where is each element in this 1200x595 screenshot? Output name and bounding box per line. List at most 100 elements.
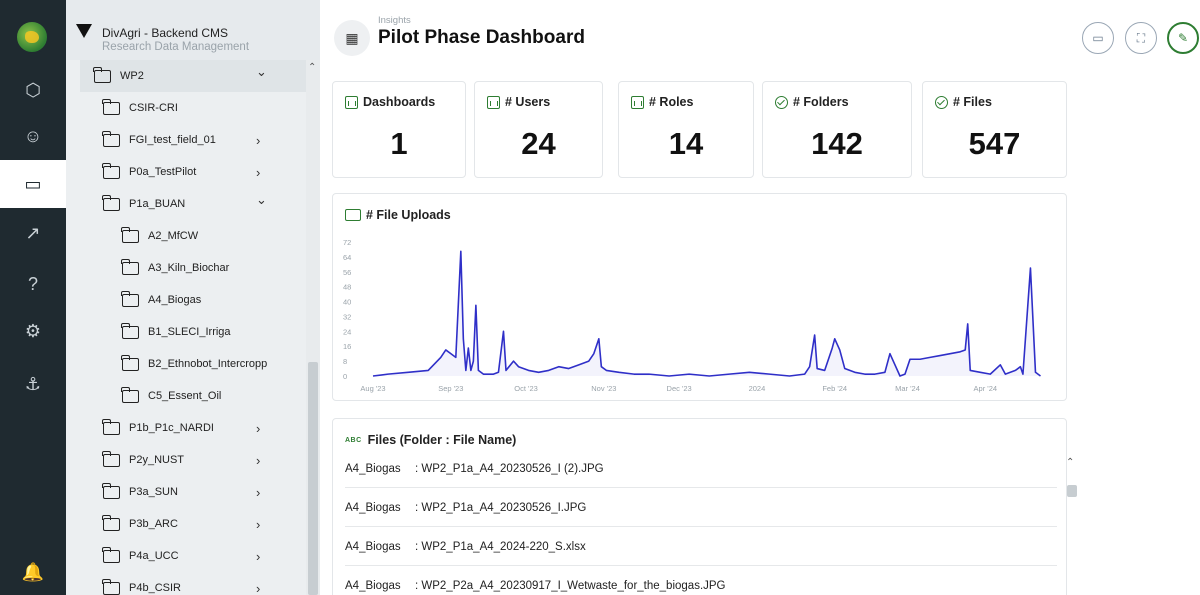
chevron-down-icon[interactable]: ⌄ xyxy=(256,64,267,80)
tree-item-label: C5_Essent_Oil xyxy=(148,390,222,402)
chevron-down-icon[interactable]: ⌄ xyxy=(256,192,267,208)
tree-item[interactable]: P3a_SUN › xyxy=(66,476,306,508)
check-circle-icon xyxy=(775,95,788,109)
tree-item-label: P1a_BUAN xyxy=(129,198,186,210)
tree-item-label: A4_Biogas xyxy=(148,294,202,306)
tree-item[interactable]: P2y_NUST › xyxy=(66,444,306,476)
sidebar-scroll-thumb[interactable] xyxy=(308,362,318,595)
app-subtitle: Research Data Management xyxy=(102,41,250,53)
tree-item-label: P1b_P1c_NARDI xyxy=(129,422,214,434)
kpi-label: Dashboards xyxy=(363,95,436,109)
y-tick-label: 72 xyxy=(343,238,351,247)
rail-item[interactable]: 🔔 xyxy=(0,548,66,595)
folder-icon xyxy=(102,130,120,147)
chevron-right-icon[interactable]: › xyxy=(256,485,260,500)
tree-item[interactable]: P1a_BUAN ⌄ xyxy=(66,188,306,220)
tree-item[interactable]: B2_Ethnobot_Intercropp xyxy=(66,348,306,380)
file-uploads-card: # File Uploads 0 8 16 24 32 40 48 56 64 72 Aug '23… xyxy=(332,193,1067,401)
folder-icon xyxy=(121,354,139,371)
tree-item-label: WP2 xyxy=(120,70,144,82)
file-row[interactable]: A4_Biogas: WP2_P2a_A4_20230917_I_Wetwast… xyxy=(345,567,1057,595)
edit-button[interactable]: ✎ xyxy=(1167,22,1199,54)
x-tick-label: Apr '24 xyxy=(974,384,998,393)
tree-item[interactable]: A3_Kiln_Biochar xyxy=(66,252,306,284)
bell-icon: 🔔 xyxy=(21,561,45,582)
x-tick-label: Oct '23 xyxy=(514,384,538,393)
tree-item[interactable]: CSIR-CRI xyxy=(66,92,306,124)
tree-item-label: B1_SLECI_Irriga xyxy=(148,326,231,338)
tree-item[interactable]: C5_Essent_Oil xyxy=(66,380,306,412)
chevron-right-icon[interactable]: › xyxy=(256,165,260,180)
tree-item-label: A3_Kiln_Biochar xyxy=(148,262,230,274)
folder-icon xyxy=(102,194,120,211)
tree-item-label: P4a_UCC xyxy=(129,550,179,562)
tree-item[interactable]: B1_SLECI_Irriga xyxy=(66,316,306,348)
chevron-right-icon[interactable]: › xyxy=(256,581,260,595)
file-name: : WP2_P1a_A4_2024-220_S.xlsx xyxy=(415,540,586,553)
file-row[interactable]: A4_Biogas: WP2_P1a_A4_20230526_I.JPG xyxy=(345,489,1057,527)
files-scrollbar[interactable]: ⌃ xyxy=(1064,455,1078,595)
tree-item-label: P3b_ARC xyxy=(129,518,178,530)
chevron-right-icon[interactable]: › xyxy=(256,421,260,436)
bar-chart-icon xyxy=(345,95,358,109)
rail-item[interactable]: ☺ xyxy=(0,112,66,160)
folder-icon xyxy=(102,98,120,115)
chevron-right-icon[interactable]: › xyxy=(256,549,260,564)
chevron-right-icon[interactable]: › xyxy=(256,517,260,532)
breadcrumb[interactable]: Insights xyxy=(378,15,411,26)
file-folder: A4_Biogas xyxy=(345,540,401,553)
file-row[interactable]: A4_Biogas : WP2_P1a_A4_2024-220_S.xlsx xyxy=(345,528,1057,566)
x-tick-label: Dec '23 xyxy=(667,384,692,393)
rail-item[interactable]: ? xyxy=(0,260,66,308)
rail-item[interactable]: ⚙ xyxy=(0,307,66,355)
app-logo-icon xyxy=(76,24,92,38)
gear-icon: ⚙ xyxy=(24,320,42,341)
files-scroll-thumb[interactable] xyxy=(1067,485,1077,497)
tree-item-label: CSIR-CRI xyxy=(129,102,178,114)
rail-item[interactable]: ⚓ xyxy=(0,360,66,408)
kpi-label: # Files xyxy=(953,95,992,109)
file-uploads-chart[interactable]: 0 8 16 24 32 40 48 56 64 72 Aug '23 Sep '23 Oct '23 N… xyxy=(333,194,1068,402)
files-title: Files (Folder : File Name) xyxy=(367,433,517,447)
sidebar-scrollbar[interactable]: ⌃ xyxy=(306,60,320,595)
minimize-button[interactable]: ▭ xyxy=(1082,22,1114,54)
y-tick-label: 64 xyxy=(343,253,351,262)
main-content: ▦ Insights Pilot Phase Dashboard ▭ ⛶ ✎ D… xyxy=(320,0,1200,595)
fullscreen-button[interactable]: ⛶ xyxy=(1125,22,1157,54)
file-row[interactable]: A4_Biogas : WP2_P1a_A4_20230526_I (2).JPG xyxy=(345,450,1057,488)
kpi-value: 547 xyxy=(968,126,1021,161)
scroll-up-icon[interactable]: ⌃ xyxy=(308,62,316,73)
rail-item[interactable]: ▭ xyxy=(0,160,66,208)
tree-item[interactable]: WP2 ⌄ xyxy=(80,60,306,92)
folder-icon xyxy=(121,290,139,307)
users-icon: ☺ xyxy=(23,125,43,146)
chevron-right-icon[interactable]: › xyxy=(256,453,260,468)
folder-icon: ▭ xyxy=(24,173,42,194)
folder-icon xyxy=(121,386,139,403)
tree-item-label: P0a_TestPilot xyxy=(129,166,197,178)
tree-item[interactable]: P4b_CSIR › xyxy=(66,572,306,595)
tree-item-label: A2_MfCW xyxy=(148,230,199,242)
tree-item-label: P3a_SUN xyxy=(129,486,178,498)
file-folder: A4_Biogas xyxy=(345,501,401,514)
tree-item[interactable]: P1b_P1c_NARDI › xyxy=(66,412,306,444)
tree-item[interactable]: P0a_TestPilot › xyxy=(66,156,306,188)
folder-icon xyxy=(102,482,120,499)
scroll-up-icon[interactable]: ⌃ xyxy=(1066,457,1074,468)
tree-item[interactable]: P3b_ARC › xyxy=(66,508,306,540)
file-name: : WP2_P1a_A4_20230526_I (2).JPG xyxy=(415,462,604,475)
folder-icon xyxy=(102,514,120,531)
chevron-right-icon[interactable]: › xyxy=(256,133,260,148)
divagri-logo[interactable] xyxy=(15,20,49,54)
help-icon: ? xyxy=(27,273,38,294)
rail-item[interactable]: ↗ xyxy=(0,209,66,257)
tree-item[interactable]: A4_Biogas xyxy=(66,284,306,316)
file-folder: A4_Biogas xyxy=(345,462,401,475)
tree-item-label: FGI_test_field_01 xyxy=(129,134,216,146)
folder-tree-sidebar: DivAgri - Backend CMS Research Data Mana… xyxy=(66,0,320,595)
tree-item[interactable]: A2_MfCW xyxy=(66,220,306,252)
tree-item[interactable]: FGI_test_field_01 › xyxy=(66,124,306,156)
rail-item[interactable]: ⬡ xyxy=(0,66,66,114)
file-folder: A4_Biogas xyxy=(345,579,401,592)
tree-item[interactable]: P4a_UCC › xyxy=(66,540,306,572)
